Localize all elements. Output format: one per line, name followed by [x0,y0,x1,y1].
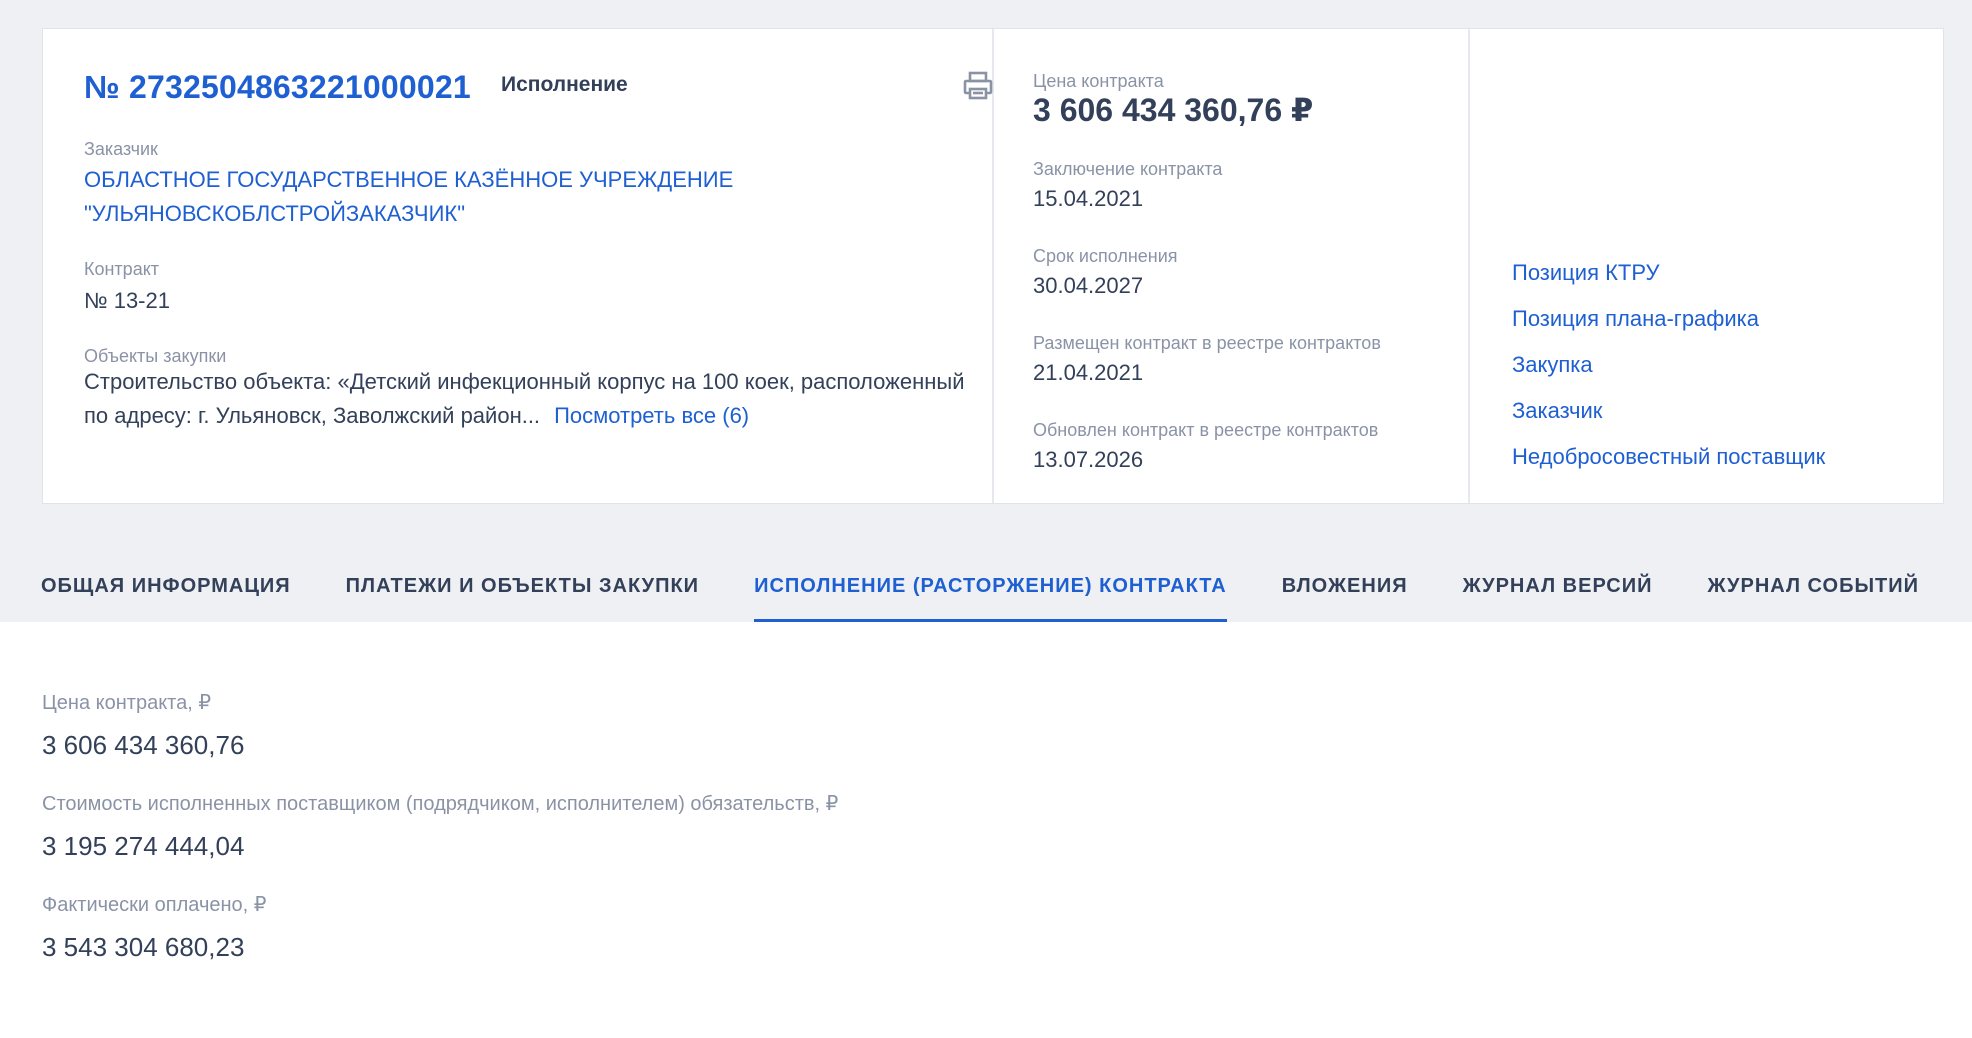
objects-label: Объекты закупки [84,346,227,366]
contract-number: № 13-21 [84,288,170,313]
objects-text: Строительство объекта: «Детский инфекцио… [84,365,984,433]
print-icon[interactable] [961,69,995,103]
info-block-price: Цена контракта, ₽ 3 606 434 360,76 [42,690,838,761]
price-value: 3 606 434 360,76 ₽ [1033,92,1314,128]
status-badge: Исполнение [501,73,628,96]
customer-label: Заказчик [84,139,158,159]
tab-execution[interactable]: ИСПОЛНЕНИЕ (РАСТОРЖЕНИЕ) КОНТРАКТА [754,560,1227,622]
info-block-fulfilled-cost: Стоимость исполненных поставщиком (подря… [42,791,838,862]
price-label: Цена контракта [1033,71,1164,91]
link-unscrupulous-supplier[interactable]: Недобросовестный поставщик [1512,434,1825,480]
contract-label: Контракт [84,259,160,279]
info-value: 3 543 304 680,23 [42,932,245,962]
conclusion-date: 15.04.2021 [1033,186,1144,211]
info-value: 3 606 434 360,76 [42,730,245,760]
tab-event-log[interactable]: ЖУРНАЛ СОБЫТИЙ [1707,560,1919,622]
registry-number[interactable]: № 2732504863221000021 [84,69,471,106]
placed-date: 21.04.2021 [1033,360,1144,385]
tab-version-log[interactable]: ЖУРНАЛ ВЕРСИЙ [1463,560,1653,622]
info-label: Стоимость исполненных поставщиком (подря… [42,793,839,815]
column-divider [1468,29,1470,503]
link-ktru-position[interactable]: Позиция КТРУ [1512,250,1825,296]
info-block-paid: Фактически оплачено, ₽ 3 543 304 680,23 [42,892,838,963]
link-purchase[interactable]: Закупка [1512,342,1825,388]
conclusion-label: Заключение контракта [1033,159,1223,179]
tab-payments-objects[interactable]: ПЛАТЕЖИ И ОБЪЕКТЫ ЗАКУПКИ [346,560,699,622]
updated-label: Обновлен контракт в реестре контрактов [1033,420,1379,440]
info-label: Фактически оплачено, ₽ [42,894,267,916]
tab-bar: ОБЩАЯ ИНФОРМАЦИЯ ПЛАТЕЖИ И ОБЪЕКТЫ ЗАКУП… [41,560,1972,622]
updated-date: 13.07.2026 [1033,447,1144,472]
tab-general-info[interactable]: ОБЩАЯ ИНФОРМАЦИЯ [41,560,291,622]
info-value: 3 195 274 444,04 [42,831,245,861]
term-label: Срок исполнения [1033,246,1178,266]
link-customer[interactable]: Заказчик [1512,388,1825,434]
objects-description: Строительство объекта: «Детский инфекцио… [84,369,965,428]
see-all-objects-link[interactable]: Посмотреть все (6) [554,403,749,428]
link-plan-schedule-position[interactable]: Позиция плана-графика [1512,296,1825,342]
placed-label: Размещен контракт в реестре контрактов [1033,333,1381,353]
customer-link[interactable]: ОБЛАСТНОЕ ГОСУДАРСТВЕННОЕ КАЗЁННОЕ УЧРЕЖ… [84,163,784,231]
info-label: Цена контракта, ₽ [42,692,212,714]
execution-info: Цена контракта, ₽ 3 606 434 360,76 Стоим… [42,690,838,993]
contract-card: № 2732504863221000021 Исполнение Заказчи… [42,28,1944,504]
term-date: 30.04.2027 [1033,273,1144,298]
tab-attachments[interactable]: ВЛОЖЕНИЯ [1282,560,1408,622]
